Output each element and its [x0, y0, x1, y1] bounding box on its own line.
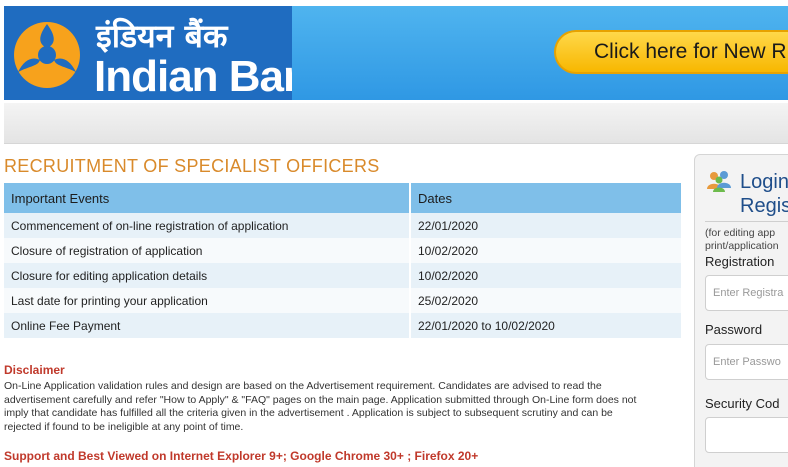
browser-support-note: Support and Best Viewed on Internet Expl… — [4, 449, 479, 463]
password-label: Password — [705, 322, 763, 337]
date-cell: 25/02/2020 — [410, 288, 681, 313]
login-title-line1: Login — [740, 171, 788, 193]
disclaimer-heading: Disclaimer — [4, 363, 65, 377]
brand-logo-box[interactable]: इंडियन बैंक Indian Bank — [4, 6, 333, 101]
registration-input[interactable] — [705, 275, 788, 311]
important-events-table: Important Events Dates Commencement of o… — [4, 183, 681, 338]
event-cell: Last date for printing your application — [4, 288, 411, 313]
new-registration-button[interactable]: Click here for New R — [554, 30, 788, 74]
column-header-dates: Dates — [410, 183, 681, 213]
header: इंडियन बैंक Indian Bank Click here for N… — [0, 0, 788, 103]
login-note-line: (for editing app — [705, 227, 776, 239]
table-row: Commencement of on-line registration of … — [4, 213, 681, 238]
security-code-label: Security Cod — [705, 396, 780, 411]
date-cell: 10/02/2020 — [410, 238, 681, 263]
table-row: Online Fee Payment 22/01/2020 to 10/02/2… — [4, 313, 681, 338]
event-cell: Commencement of on-line registration of … — [4, 213, 411, 238]
event-cell: Closure for editing application details — [4, 263, 411, 288]
disclaimer-line: advertisement carefully and refer "How t… — [4, 393, 637, 406]
disclaimer-line: On-Line Application validation rules and… — [4, 380, 602, 392]
disclaimer-line: rejected if found to be ineligible at an… — [4, 420, 244, 433]
date-cell: 22/01/2020 — [410, 213, 681, 238]
security-code-input[interactable] — [705, 417, 788, 453]
table-row: Last date for printing your application … — [4, 288, 681, 313]
registration-label: Registration — [705, 254, 775, 269]
password-input[interactable] — [705, 344, 788, 380]
event-cell: Closure of registration of application — [4, 238, 411, 263]
disclaimer-text: On-Line Application validation rules and… — [4, 380, 684, 434]
bank-logo-icon — [14, 22, 80, 88]
table-row: Closure for editing application details … — [4, 263, 681, 288]
login-title-line2: Regis — [740, 195, 788, 217]
brand-name-hindi: इंडियन बैंक — [96, 17, 228, 55]
page-title: RECRUITMENT OF SPECIALIST OFFICERS — [4, 156, 380, 176]
users-icon — [707, 171, 731, 192]
date-cell: 22/01/2020 to 10/02/2020 — [410, 313, 681, 338]
disclaimer-line: imply that candidate has fulfilled all t… — [4, 407, 613, 420]
table-row: Closure of registration of application 1… — [4, 238, 681, 263]
login-divider — [705, 221, 788, 222]
navigation-bar — [4, 103, 788, 144]
column-header-events: Important Events — [4, 183, 411, 213]
login-note: (for editing app print/application — [705, 227, 779, 253]
login-note-line: print/application — [705, 240, 779, 252]
login-panel: Login Regis (for editing app print/appli… — [694, 154, 788, 467]
date-cell: 10/02/2020 — [410, 263, 681, 288]
event-cell: Online Fee Payment — [4, 313, 411, 338]
table-header-row: Important Events Dates — [4, 183, 681, 213]
